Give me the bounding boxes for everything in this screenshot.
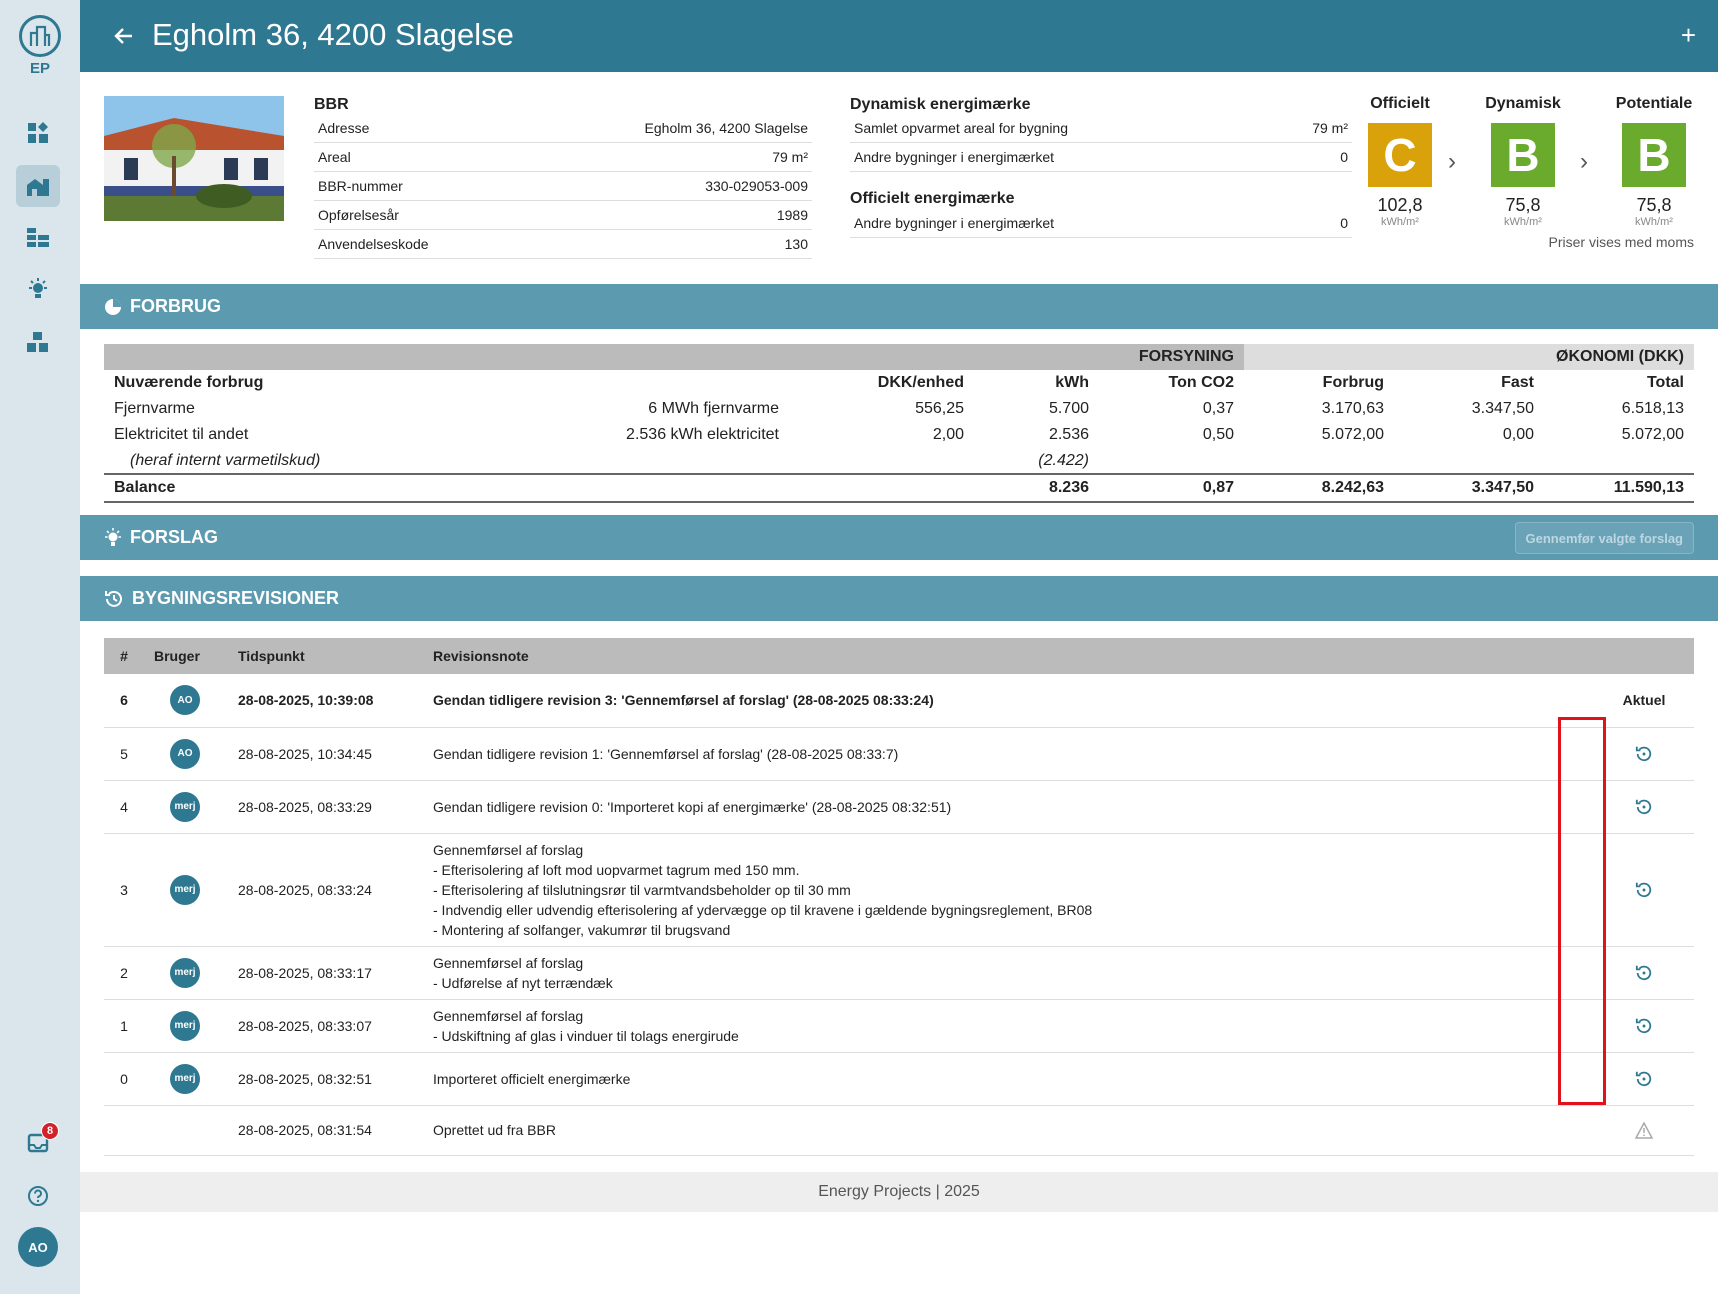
warning-icon <box>1604 1121 1684 1139</box>
bbr-table: Adresse Egholm 36, 4200 Slagelse Areal 79 … <box>314 114 812 259</box>
official-table: Andre bygninger i energimærket 0 <box>850 209 1352 238</box>
restore-revision-button[interactable] <box>1604 798 1684 816</box>
pie-chart-icon <box>104 298 122 316</box>
user-avatar: merj <box>170 957 200 988</box>
label-dynamic: Dynamisk B 75,8 kWh/m² <box>1485 95 1561 228</box>
bbr-row-year: Opførelsesår 1989 <box>314 201 812 230</box>
user-avatar: AO <box>170 738 200 769</box>
user-avatar: merj <box>170 791 200 822</box>
revision-row: 1 merj 28-08-2025, 08:33:07 Gennemførsel… <box>104 999 1694 1053</box>
revision-row: 4 merj 28-08-2025, 08:33:29 Gendan tidli… <box>104 780 1694 834</box>
user-avatar: AO <box>170 685 200 716</box>
restore-icon <box>1635 746 1652 761</box>
table-header: Nuværende forbrug DKK/enhed kWh Ton CO2 … <box>114 374 1684 391</box>
nav-help[interactable] <box>16 1175 60 1217</box>
restore-revision-button[interactable] <box>1604 1017 1684 1035</box>
restore-icon <box>1635 882 1652 897</box>
nav-buildings[interactable] <box>16 165 60 207</box>
logo-icon[interactable] <box>19 15 61 57</box>
restore-revision-button[interactable] <box>1604 745 1684 763</box>
apply-proposals-button[interactable]: Gennemfør valgte forslag <box>1514 522 1694 554</box>
bbr-row-address: Adresse Egholm 36, 4200 Slagelse <box>314 114 812 143</box>
grade-badge: C <box>1368 123 1432 187</box>
table-header: # Bruger Tidspunkt Revisionsnote <box>104 638 1694 674</box>
notification-badge: 8 <box>41 1122 59 1140</box>
current-label: Aktuel <box>1594 674 1694 728</box>
revision-row: 0 merj 28-08-2025, 08:32:51 Importeret o… <box>104 1052 1694 1106</box>
lightbulb-icon <box>29 278 47 298</box>
back-arrow-icon[interactable] <box>112 24 136 48</box>
dashboard-icon <box>28 122 48 143</box>
user-avatar[interactable]: AO <box>18 1227 58 1267</box>
grade-badge: B <box>1622 123 1686 187</box>
bbr-row-number: BBR-nummer 330-029053-009 <box>314 172 812 201</box>
table-row: Fjernvarme 6 MWh fjernvarme 556,25 5.700… <box>114 400 1684 417</box>
page-title: Egholm 36, 4200 Slagelse <box>152 17 514 52</box>
section-forbrug[interactable]: FORBRUG <box>80 284 1718 329</box>
logo-text: EP <box>29 60 50 77</box>
revision-row: 3 merj 28-08-2025, 08:33:24 Gennemførsel… <box>104 833 1694 947</box>
forbrug-table: FORSYNING ØKONOMI (DKK) Nuværende forbru… <box>104 344 1694 503</box>
dynamic-table: Samlet opvarmet areal for bygning 79 m² A… <box>850 114 1352 172</box>
revision-row: 6 AO 28-08-2025, 10:39:08 Gendan tidlige… <box>104 674 1694 728</box>
building-icon <box>27 179 49 196</box>
lightbulb-icon <box>104 527 122 548</box>
footer: Energy Projects | 2025 <box>80 1172 1718 1212</box>
help-icon <box>28 1186 48 1206</box>
band-forsyning: FORSYNING <box>1099 344 1244 370</box>
dynamic-row-area: Samlet opvarmet areal for bygning 79 m² <box>850 114 1352 143</box>
balance-row: Balance 8.236 0,87 8.242,63 3.347,50 11.… <box>104 473 1694 503</box>
section-revisions[interactable]: BYGNINGSREVISIONER <box>80 576 1718 621</box>
revision-row: 2 merj 28-08-2025, 08:33:17 Gennemførsel… <box>104 946 1694 1000</box>
revision-row: 5 AO 28-08-2025, 10:34:45 Gendan tidlige… <box>104 727 1694 781</box>
add-icon[interactable]: + <box>1681 22 1696 48</box>
table-row: (heraf internt varmetilskud) (2.422) <box>130 451 1089 469</box>
restore-icon <box>1635 1071 1652 1086</box>
user-avatar: merj <box>170 874 200 905</box>
bbr-title: BBR <box>314 96 349 113</box>
dynamic-title: Dynamisk energimærke <box>850 96 1031 113</box>
user-avatar: merj <box>170 1063 200 1094</box>
chevron-right-icon: › <box>1448 148 1456 175</box>
restore-revision-button[interactable] <box>1604 881 1684 899</box>
restore-revision-button[interactable] <box>1604 1070 1684 1088</box>
building-photo <box>104 96 284 221</box>
dynamic-row-other: Andre bygninger i energimærket 0 <box>850 143 1352 172</box>
bbr-row-area: Areal 79 m² <box>314 143 812 172</box>
section-forslag[interactable]: FORSLAG Gennemfør valgte forslag <box>80 515 1718 560</box>
bbr-row-usecode: Anvendelseskode 130 <box>314 230 812 259</box>
user-avatar: merj <box>170 1010 200 1041</box>
band-okonomi: ØKONOMI (DKK) <box>1244 344 1694 370</box>
restore-icon <box>1635 965 1652 980</box>
revision-row: 28-08-2025, 08:31:54 Oprettet ud fra BBR <box>104 1105 1694 1156</box>
label-official: Officielt C 102,8 kWh/m² <box>1344 95 1456 228</box>
grade-badge: B <box>1491 123 1555 187</box>
restore-revision-button[interactable] <box>1604 964 1684 982</box>
official-title: Officielt energimærke <box>850 190 1015 207</box>
nav-components[interactable] <box>16 217 60 259</box>
restore-icon <box>1635 799 1652 814</box>
official-row-other: Andre bygninger i energimærket 0 <box>850 209 1352 238</box>
boxes-icon <box>27 332 48 352</box>
nav-packages[interactable] <box>16 321 60 363</box>
sidebar: EP 8 AO <box>0 0 80 1294</box>
nav-dashboard[interactable] <box>16 112 60 154</box>
chevron-right-icon: › <box>1580 148 1588 175</box>
vat-note: Priser vises med moms <box>1548 234 1694 250</box>
revisions-table: # Bruger Tidspunkt Revisionsnote 6 AO 28… <box>104 638 1694 1156</box>
bricks-icon <box>27 228 49 247</box>
restore-icon <box>1635 1018 1652 1033</box>
table-row: Elektricitet til andet 2.536 kWh elektri… <box>114 426 1684 443</box>
history-icon <box>104 589 124 609</box>
label-potential: Potentiale B 75,8 kWh/m² <box>1615 95 1693 228</box>
page-header: Egholm 36, 4200 Slagelse + <box>80 0 1718 72</box>
nav-proposals[interactable] <box>16 269 60 311</box>
